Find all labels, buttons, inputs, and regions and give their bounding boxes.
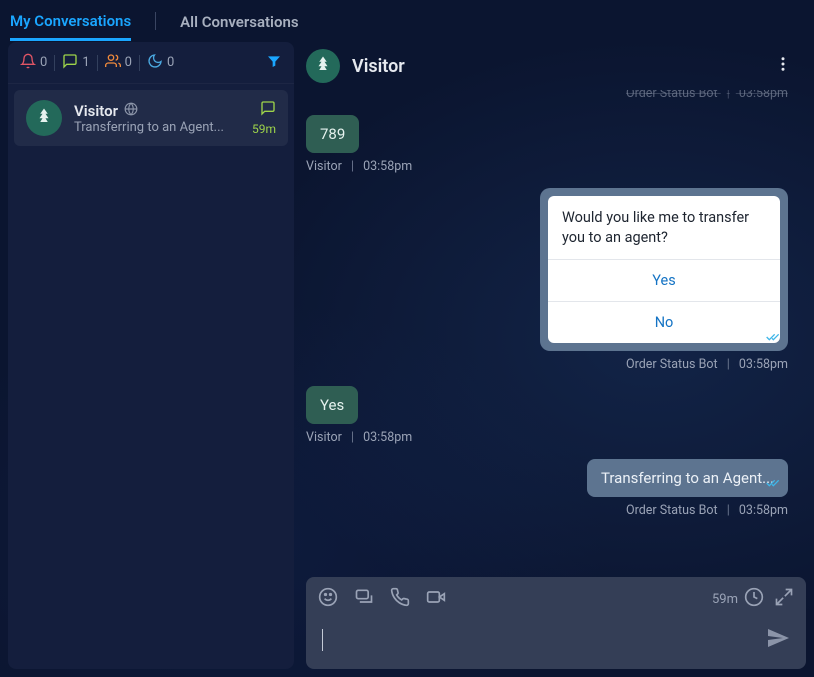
chat-stack-icon: [354, 595, 374, 611]
message-sender: Order Status Bot: [626, 90, 718, 101]
tree-icon: [35, 107, 53, 129]
expand-icon: [774, 596, 794, 611]
conversation-list: Visitor Transferring to an Agent... 59m: [8, 84, 294, 669]
filter-button[interactable]: [266, 53, 282, 73]
more-menu-button[interactable]: [764, 49, 802, 83]
message-meta: Order Status Bot | 03:58pm: [626, 90, 788, 101]
message-time: 03:58pm: [739, 90, 788, 101]
stat-away-count: 0: [167, 55, 174, 70]
smile-icon: [318, 595, 338, 611]
text-caret: [322, 629, 323, 651]
filter-bar: 0 1 0 0: [8, 42, 294, 84]
canned-response-button[interactable]: [354, 587, 374, 611]
phone-icon: [390, 595, 410, 611]
filter-icon: [266, 57, 282, 73]
chat-avatar: [306, 49, 340, 83]
chat-body: Order Status Bot | 03:58pm 789 Visitor |…: [306, 90, 806, 569]
avatar: [26, 100, 62, 136]
chat-header: Visitor: [306, 42, 806, 90]
message-meta: Order Status Bot | 03:58pm: [626, 503, 788, 518]
tree-icon: [314, 55, 332, 77]
stat-away[interactable]: 0: [147, 53, 174, 73]
top-tabs: My Conversations All Conversations: [0, 0, 814, 42]
clock-icon: [744, 587, 764, 611]
audio-call-button[interactable]: [390, 587, 410, 611]
message-time: 03:58pm: [363, 430, 412, 445]
chat-icon: [62, 53, 78, 73]
card-option-yes[interactable]: Yes: [548, 260, 780, 302]
conversation-meta: 59m: [252, 100, 276, 136]
separator: [139, 55, 140, 71]
conversation-title: Visitor: [74, 102, 118, 120]
chat-title: Visitor: [352, 56, 405, 77]
card-option-no[interactable]: No: [548, 302, 780, 343]
conversation-preview: Transferring to an Agent...: [74, 120, 240, 135]
conversation-text: Visitor Transferring to an Agent...: [74, 102, 240, 135]
message-time: 03:58pm: [739, 357, 788, 372]
message-sender: Order Status Bot: [626, 357, 718, 372]
message-time: 03:58pm: [739, 503, 788, 518]
message-row: 789 Visitor | 03:58pm: [306, 115, 788, 174]
conversation-sidebar: 0 1 0 0: [8, 42, 294, 669]
message-input[interactable]: [322, 621, 756, 659]
visitor-message: Yes: [306, 386, 358, 424]
message-row: Transferring to an Agent... Order Status…: [306, 459, 788, 518]
message-sender: Visitor: [306, 159, 342, 174]
timer-value: 59m: [712, 592, 738, 607]
message-meta: Visitor | 03:58pm: [306, 430, 412, 445]
message-row: Would you like me to transfer you to an …: [306, 188, 788, 372]
message-sender: Visitor: [306, 430, 342, 445]
stat-group[interactable]: 0: [105, 53, 132, 73]
chat-panel: Visitor Order Status Bot | 03:58pm: [306, 42, 806, 669]
message-meta: Order Status Bot | 03:58pm: [626, 357, 788, 372]
dots-vertical-icon: [774, 61, 792, 77]
tab-all-conversations[interactable]: All Conversations: [180, 3, 298, 39]
stat-alerts[interactable]: 0: [20, 53, 47, 73]
separator: [54, 55, 55, 71]
video-call-button[interactable]: [426, 587, 446, 611]
tab-my-conversations[interactable]: My Conversations: [10, 2, 131, 41]
stat-group-count: 0: [125, 55, 132, 70]
moon-icon: [147, 53, 163, 73]
conversation-item[interactable]: Visitor Transferring to an Agent... 59m: [14, 90, 288, 146]
message-row: Yes Visitor | 03:58pm: [306, 386, 788, 445]
message-time: 03:58pm: [363, 159, 412, 174]
timer: 59m: [712, 587, 764, 611]
conversation-time: 59m: [252, 122, 276, 136]
expand-button[interactable]: [774, 587, 794, 611]
bot-message: Transferring to an Agent...: [587, 459, 788, 497]
stat-alerts-count: 0: [40, 55, 47, 70]
video-icon: [426, 595, 446, 611]
send-icon: [766, 638, 790, 654]
users-icon: [105, 53, 121, 73]
chat-scroll[interactable]: Order Status Bot | 03:58pm 789 Visitor |…: [306, 90, 806, 569]
emoji-button[interactable]: [318, 587, 338, 611]
separator: [97, 55, 98, 71]
tab-divider: [155, 12, 156, 30]
stat-active-chats-count: 1: [82, 55, 89, 70]
message-meta: Visitor | 03:58pm: [306, 159, 412, 174]
read-receipt-icon: [766, 475, 782, 493]
send-button[interactable]: [766, 626, 790, 654]
stat-active-chats[interactable]: 1: [62, 53, 89, 73]
read-receipt-icon: [766, 331, 782, 347]
composer: 59m: [306, 577, 806, 669]
message-sender: Order Status Bot: [626, 503, 718, 518]
card-question: Would you like me to transfer you to an …: [548, 196, 780, 260]
globe-icon: [124, 102, 138, 120]
bot-card: Would you like me to transfer you to an …: [540, 188, 788, 351]
visitor-message: 789: [306, 115, 359, 153]
bell-icon: [20, 53, 36, 73]
bot-message-text: Transferring to an Agent...: [601, 469, 774, 487]
chat-bubble-icon: [260, 104, 276, 120]
